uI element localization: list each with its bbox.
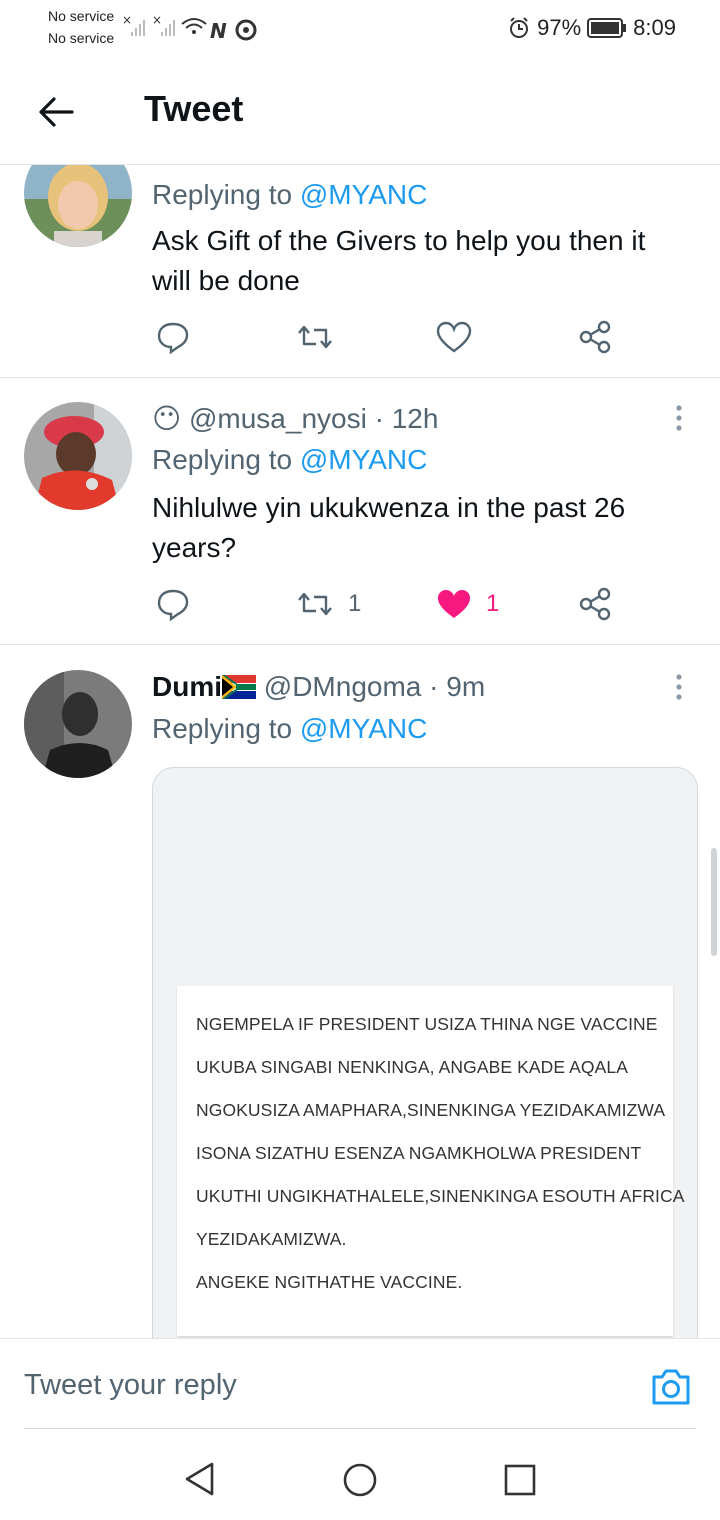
status-right: 97% 8:09 xyxy=(507,12,676,44)
sim1-status: No service xyxy=(48,8,115,24)
image-text-line: UKUBA SINGABI NENKINGA, ANGABE KADE AQAL… xyxy=(196,1057,629,1077)
user-handle[interactable]: @DMngoma xyxy=(264,671,422,702)
more-vertical-icon xyxy=(676,674,682,700)
mention-link[interactable]: @MYANC xyxy=(300,179,427,210)
more-options-button[interactable] xyxy=(672,673,686,708)
nav-home-button[interactable] xyxy=(342,1462,378,1503)
tweet-time: · 12h xyxy=(374,403,439,434)
reply-button[interactable] xyxy=(156,317,190,357)
nav-recents-button[interactable] xyxy=(504,1464,536,1501)
tweet-image[interactable]: NGEMPELA IF PRESIDENT USIZA THINA NGE VA… xyxy=(152,767,698,1369)
battery-icon xyxy=(587,18,627,38)
tweet-1[interactable]: Replying to @MYANC Ask Gift of the Giver… xyxy=(0,165,720,377)
tweet-time: · 9m xyxy=(429,671,486,702)
tweet-text: Ask Gift of the Givers to help you then … xyxy=(152,225,646,296)
display-name[interactable]: Dumi xyxy=(152,671,222,702)
image-text-line: UKUTHI UNGIKHATHALELE,SINENKINGA ESOUTH … xyxy=(196,1186,685,1206)
page-title: Tweet xyxy=(144,88,244,129)
retweet-count: 1 xyxy=(348,590,362,617)
square-recents-icon xyxy=(504,1464,536,1496)
avatar-tweet-3[interactable] xyxy=(24,670,132,778)
reply-button[interactable] xyxy=(156,584,190,624)
like-button[interactable]: 1 xyxy=(436,584,499,624)
mention-link[interactable]: @MYANC xyxy=(300,713,427,744)
retweet-button[interactable] xyxy=(296,317,334,357)
triangle-back-icon xyxy=(185,1462,214,1496)
image-text-line: ANGEKE NGITHATHE VACCINE. xyxy=(196,1272,463,1292)
image-text-line: ISONA SIZATHU ESENZA NGAMKHOLWA PRESIDEN… xyxy=(196,1143,642,1163)
tweet-meta: 😶 @musa_nyosi · 12h xyxy=(152,402,438,435)
battery-percent: 97% xyxy=(537,15,582,40)
status-bar: No service No service × × N 97% 8:09 xyxy=(0,0,720,56)
retweet-icon xyxy=(298,592,332,616)
user-handle[interactable]: @musa_nyosi xyxy=(189,403,367,434)
reply-icon xyxy=(157,589,189,621)
svg-text:×: × xyxy=(152,13,162,27)
image-document: NGEMPELA IF PRESIDENT USIZA THINA NGE VA… xyxy=(177,986,684,1336)
heart-icon xyxy=(436,321,472,353)
tweet-text: Nihlulwe yin ukukwenza in the past 26 ye… xyxy=(152,492,626,563)
replying-to: Replying to @MYANC xyxy=(152,179,428,210)
scrollbar[interactable] xyxy=(711,848,717,956)
share-icon xyxy=(579,320,611,354)
image-text-line: YEZIDAKAMIZWA. xyxy=(196,1229,347,1249)
camera-icon xyxy=(652,1369,690,1405)
alarm-icon xyxy=(510,17,529,38)
reply-icon xyxy=(157,322,189,354)
tweet-2[interactable]: 😶 @musa_nyosi · 12h Replying to @MYANC N… xyxy=(0,378,720,644)
replying-to: Replying to @MYANC xyxy=(152,444,428,475)
reply-underline xyxy=(24,1428,696,1429)
retweet-button[interactable]: 1 xyxy=(296,584,361,624)
share-button[interactable] xyxy=(578,317,612,357)
top-app-bar: Tweet xyxy=(0,56,720,164)
reply-composer: Tweet your reply xyxy=(0,1338,720,1431)
retweet-icon xyxy=(298,325,332,349)
camera-button[interactable] xyxy=(650,1367,692,1407)
reply-input[interactable]: Tweet your reply xyxy=(24,1369,237,1402)
nav-back-button[interactable] xyxy=(182,1460,218,1503)
share-button[interactable] xyxy=(578,584,612,624)
more-options-button[interactable] xyxy=(672,404,686,439)
avatar-tweet-1[interactable] xyxy=(24,165,132,247)
back-arrow-icon xyxy=(39,97,74,127)
clock: 8:09 xyxy=(633,15,676,40)
mention-link[interactable]: @MYANC xyxy=(300,444,427,475)
emoji-icon: 😶 xyxy=(152,403,182,434)
system-nav-bar xyxy=(0,1432,720,1520)
like-button[interactable] xyxy=(436,317,472,357)
share-icon xyxy=(579,587,611,621)
back-button[interactable] xyxy=(34,90,78,134)
avatar-tweet-2[interactable] xyxy=(24,402,132,510)
svg-text:N: N xyxy=(210,19,227,42)
image-text-line: NGEMPELA IF PRESIDENT USIZA THINA NGE VA… xyxy=(196,1014,658,1034)
circle-home-icon xyxy=(343,1463,377,1497)
like-count: 1 xyxy=(486,590,500,617)
tweet-meta: Dumi @DMngoma · 9m xyxy=(152,671,485,703)
heart-filled-icon xyxy=(438,590,470,618)
sim2-status: No service xyxy=(48,30,115,46)
signal-icon: × × N xyxy=(122,13,257,42)
more-vertical-icon xyxy=(676,405,682,431)
svg-text:×: × xyxy=(122,13,132,27)
replying-to: Replying to @MYANC xyxy=(152,713,428,744)
image-text-line: NGOKUSIZA AMAPHARA,SINENKINGA YEZIDAKAMI… xyxy=(196,1100,666,1120)
south-africa-flag-icon xyxy=(222,675,256,699)
